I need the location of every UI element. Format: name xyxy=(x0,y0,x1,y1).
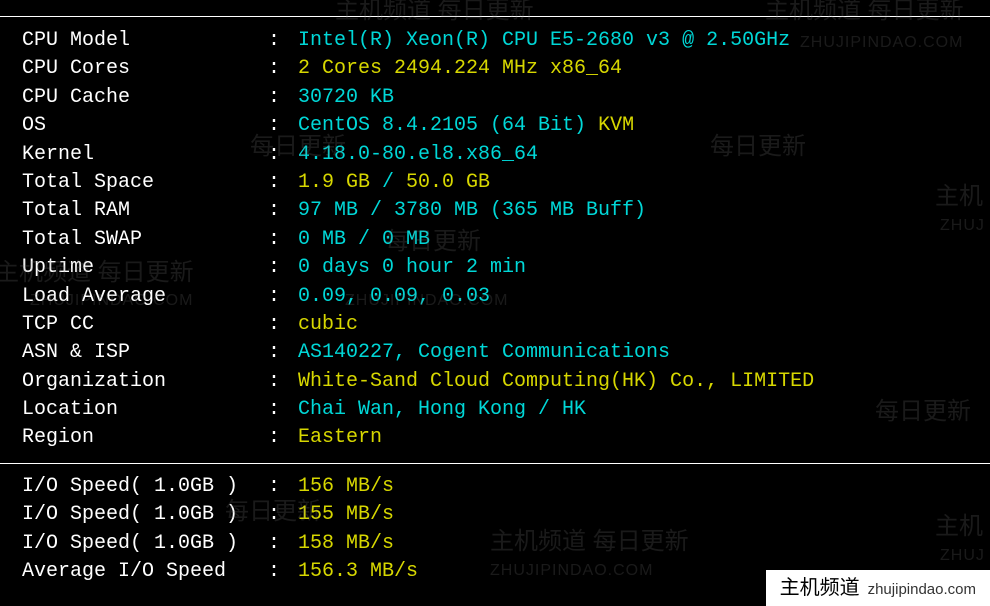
row-label: CPU Model xyxy=(10,27,268,55)
row-separator: : xyxy=(268,339,298,367)
row-value: 156 MB/s xyxy=(298,473,394,501)
info-row: I/O Speed( 1.0GB ): 156 MB/s xyxy=(0,473,990,501)
row-value: 0.09, 0.09, 0.03 xyxy=(298,283,490,311)
row-label: CPU Cores xyxy=(10,55,268,83)
info-row: I/O Speed( 1.0GB ): 158 MB/s xyxy=(0,530,990,558)
source-badge: 主机频道 zhujipindao.com xyxy=(766,570,990,606)
row-value: 158 MB/s xyxy=(298,530,394,558)
row-value: cubic xyxy=(298,311,358,339)
row-separator: : xyxy=(268,283,298,311)
row-label: CPU Cache xyxy=(10,84,268,112)
info-row: CPU Cache: 30720 KB xyxy=(0,84,990,112)
row-label: Total SWAP xyxy=(10,226,268,254)
row-value: 30720 KB xyxy=(298,84,394,112)
row-value: 0 days 0 hour 2 min xyxy=(298,254,526,282)
row-value: CentOS 8.4.2105 (64 Bit) KVM xyxy=(298,112,634,140)
row-separator: : xyxy=(268,141,298,169)
info-row: I/O Speed( 1.0GB ): 155 MB/s xyxy=(0,501,990,529)
row-value: 155 MB/s xyxy=(298,501,394,529)
row-label: Region xyxy=(10,424,268,452)
terminal-output: CPU Model: Intel(R) Xeon(R) CPU E5-2680 … xyxy=(0,16,990,586)
row-label: Uptime xyxy=(10,254,268,282)
row-label: I/O Speed( 1.0GB ) xyxy=(10,501,268,529)
row-separator: : xyxy=(268,112,298,140)
row-value: 4.18.0-80.el8.x86_64 xyxy=(298,141,538,169)
info-row: CPU Model: Intel(R) Xeon(R) CPU E5-2680 … xyxy=(0,27,990,55)
info-row: Total SWAP: 0 MB / 0 MB xyxy=(0,226,990,254)
row-separator: : xyxy=(268,226,298,254)
row-label: OS xyxy=(10,112,268,140)
badge-url: zhujipindao.com xyxy=(868,579,976,600)
info-row: Region: Eastern xyxy=(0,424,990,452)
row-label: Average I/O Speed xyxy=(10,558,268,586)
row-separator: : xyxy=(268,473,298,501)
divider xyxy=(0,16,990,17)
row-separator: : xyxy=(268,254,298,282)
row-value: Chai Wan, Hong Kong / HK xyxy=(298,396,586,424)
badge-title: 主机频道 xyxy=(780,574,860,602)
row-separator: : xyxy=(268,311,298,339)
info-row: CPU Cores: 2 Cores 2494.224 MHz x86_64 xyxy=(0,55,990,83)
row-label: ASN & ISP xyxy=(10,339,268,367)
row-value: White-Sand Cloud Computing(HK) Co., LIMI… xyxy=(298,368,814,396)
row-label: Organization xyxy=(10,368,268,396)
info-row: TCP CC: cubic xyxy=(0,311,990,339)
row-label: Load Average xyxy=(10,283,268,311)
info-row: OS: CentOS 8.4.2105 (64 Bit) KVM xyxy=(0,112,990,140)
row-label: Total Space xyxy=(10,169,268,197)
row-separator: : xyxy=(268,27,298,55)
row-separator: : xyxy=(268,396,298,424)
info-row: ASN & ISP: AS140227, Cogent Communicatio… xyxy=(0,339,990,367)
row-label: I/O Speed( 1.0GB ) xyxy=(10,530,268,558)
info-row: Total Space: 1.9 GB / 50.0 GB xyxy=(0,169,990,197)
row-separator: : xyxy=(268,558,298,586)
row-value: 1.9 GB / 50.0 GB xyxy=(298,169,490,197)
row-value: 156.3 MB/s xyxy=(298,558,418,586)
row-value: 0 MB / 0 MB xyxy=(298,226,430,254)
row-separator: : xyxy=(268,501,298,529)
row-separator: : xyxy=(268,197,298,225)
info-row: Uptime: 0 days 0 hour 2 min xyxy=(0,254,990,282)
row-label: Kernel xyxy=(10,141,268,169)
info-row: Kernel: 4.18.0-80.el8.x86_64 xyxy=(0,141,990,169)
row-label: Location xyxy=(10,396,268,424)
row-separator: : xyxy=(268,55,298,83)
row-label: I/O Speed( 1.0GB ) xyxy=(10,473,268,501)
row-separator: : xyxy=(268,424,298,452)
row-value: AS140227, Cogent Communications xyxy=(298,339,670,367)
row-label: Total RAM xyxy=(10,197,268,225)
info-row: Load Average: 0.09, 0.09, 0.03 xyxy=(0,283,990,311)
info-row: Organization: White-Sand Cloud Computing… xyxy=(0,368,990,396)
row-value: 2 Cores 2494.224 MHz x86_64 xyxy=(298,55,622,83)
row-value: 97 MB / 3780 MB (365 MB Buff) xyxy=(298,197,646,225)
divider xyxy=(0,463,990,464)
row-separator: : xyxy=(268,530,298,558)
row-separator: : xyxy=(268,368,298,396)
row-separator: : xyxy=(268,169,298,197)
row-separator: : xyxy=(268,84,298,112)
info-row: Location: Chai Wan, Hong Kong / HK xyxy=(0,396,990,424)
row-value: Intel(R) Xeon(R) CPU E5-2680 v3 @ 2.50GH… xyxy=(298,27,790,55)
row-value: Eastern xyxy=(298,424,382,452)
info-row: Total RAM: 97 MB / 3780 MB (365 MB Buff) xyxy=(0,197,990,225)
row-label: TCP CC xyxy=(10,311,268,339)
